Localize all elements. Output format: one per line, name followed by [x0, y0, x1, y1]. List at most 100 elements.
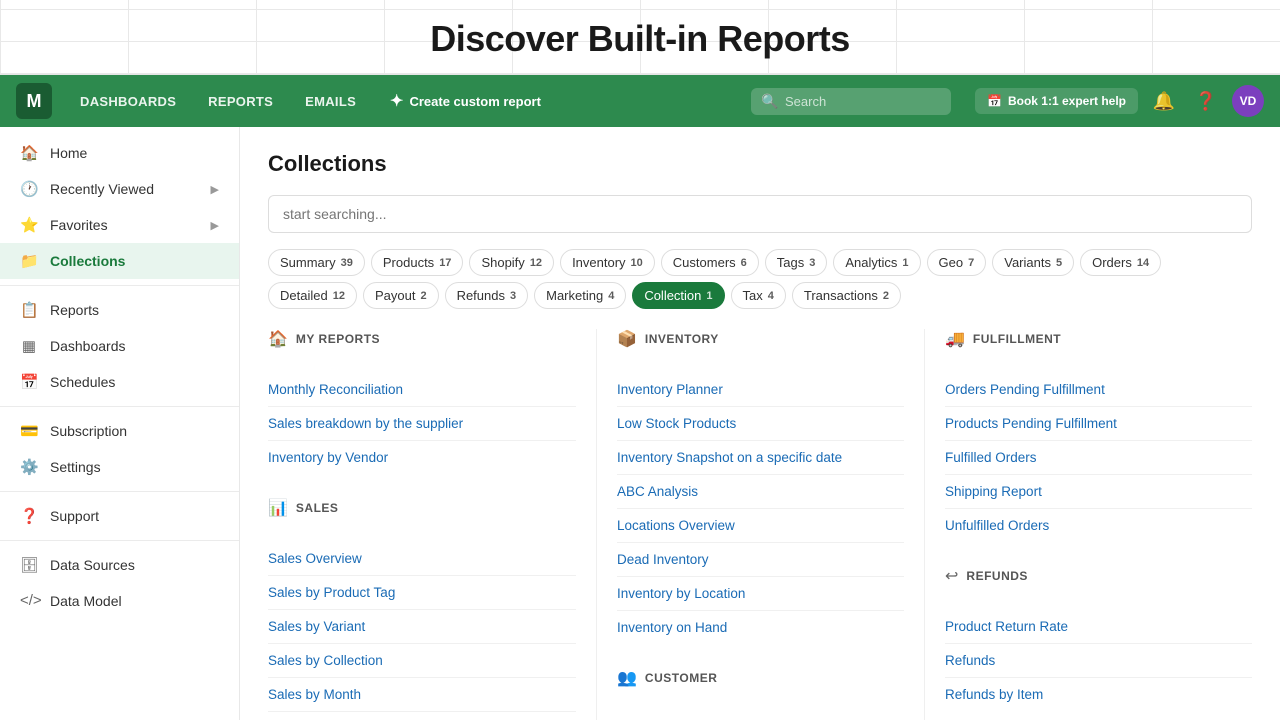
report-link-dead-inventory[interactable]: Dead Inventory: [617, 543, 904, 577]
filter-tab-transactions[interactable]: Transactions2: [792, 282, 901, 309]
report-link-inventory-by-location[interactable]: Inventory by Location: [617, 577, 904, 611]
report-section-inventory: 📦INVENTORYInventory PlannerLow Stock Pro…: [617, 329, 904, 644]
chevron-right-icon-2: ▶: [211, 219, 219, 232]
report-link-inventory-on-hand[interactable]: Inventory on Hand: [617, 611, 904, 644]
sidebar-item-home[interactable]: 🏠 Home: [0, 135, 239, 171]
filter-tab-products[interactable]: Products17: [371, 249, 464, 276]
report-link-unfulfilled-orders[interactable]: Unfulfilled Orders: [945, 509, 1252, 542]
report-link-refunds-by-item[interactable]: Refunds by Item: [945, 678, 1252, 711]
nav-search-input[interactable]: [751, 88, 951, 115]
sidebar-item-data-model[interactable]: </> Data Model: [0, 583, 239, 618]
filter-tab-count: 6: [741, 257, 747, 269]
sales-icon: 📊: [268, 498, 288, 518]
report-link-shipping-report[interactable]: Shipping Report: [945, 475, 1252, 509]
report-link-orders-pending-fulfillment[interactable]: Orders Pending Fulfillment: [945, 373, 1252, 407]
report-link-sales-by-order-tags[interactable]: Sales by Order Tags: [268, 712, 576, 720]
section-title-inventory: INVENTORY: [645, 332, 719, 346]
report-link-sales-by-product-tag[interactable]: Sales by Product Tag: [268, 576, 576, 610]
sidebar-label-data-model: Data Model: [50, 593, 122, 609]
filter-tab-variants[interactable]: Variants5: [992, 249, 1074, 276]
sidebar-item-favorites[interactable]: ⭐ Favorites ▶: [0, 207, 239, 243]
sidebar-item-data-sources[interactable]: 🗄 Data Sources: [0, 547, 239, 583]
filter-tab-orders[interactable]: Orders14: [1080, 249, 1161, 276]
data-model-icon: </>: [20, 592, 38, 609]
nav-dashboards[interactable]: DASHBOARDS: [68, 88, 188, 115]
report-link-inventory-planner[interactable]: Inventory Planner: [617, 373, 904, 407]
nav-reports[interactable]: REPORTS: [196, 88, 285, 115]
create-custom-report-button[interactable]: ✦ Create custom report: [376, 85, 555, 117]
filter-tab-tax[interactable]: Tax4: [731, 282, 786, 309]
sidebar-item-recently-viewed[interactable]: 🕐 Recently Viewed ▶: [0, 171, 239, 207]
report-section-fulfillment: 🚚FULFILLMENT Orders Pending FulfillmentPr…: [945, 329, 1252, 542]
filter-tab-label: Marketing: [546, 288, 603, 303]
sidebar-item-settings[interactable]: ⚙️ Settings: [0, 449, 239, 485]
sidebar-divider-4: [0, 540, 239, 541]
filter-tab-collection[interactable]: Collection1: [632, 282, 724, 309]
report-link-fulfilled-orders[interactable]: Fulfilled Orders: [945, 441, 1252, 475]
filter-tab-count: 4: [768, 290, 774, 302]
sidebar-label-support: Support: [50, 508, 99, 524]
report-link-sales-by-variant[interactable]: Sales by Variant: [268, 610, 576, 644]
filter-tab-analytics[interactable]: Analytics1: [833, 249, 920, 276]
expert-help-button[interactable]: 📅 Book 1:1 expert help: [975, 88, 1138, 114]
notifications-button[interactable]: 🔔: [1148, 85, 1180, 117]
report-link-locations-overview[interactable]: Locations Overview: [617, 509, 904, 543]
section-header-sales: 📊SALES: [268, 498, 576, 528]
report-link-inventory-snapshot-on-a-specific-date[interactable]: Inventory Snapshot on a specific date: [617, 441, 904, 475]
sidebar-item-dashboards[interactable]: ▦ Dashboards: [0, 328, 239, 364]
page-title: Collections: [268, 151, 1252, 177]
section-title-refunds: REFUNDS: [966, 569, 1028, 583]
nav-emails[interactable]: EMAILS: [293, 88, 368, 115]
filter-tab-count: 7: [968, 257, 974, 269]
sidebar-item-collections[interactable]: 📁 Collections: [0, 243, 239, 279]
nav-logo[interactable]: M: [16, 83, 52, 119]
report-link-refunds[interactable]: Refunds: [945, 644, 1252, 678]
report-column-0: 🏠MY REPORTSMonthly ReconciliationSales b…: [268, 329, 596, 720]
sidebar-item-support[interactable]: ❓ Support: [0, 498, 239, 534]
filter-tab-payout[interactable]: Payout2: [363, 282, 439, 309]
section-header-fulfillment: 🚚FULFILLMENT: [945, 329, 1252, 359]
section-title-customer: CUSTOMER: [645, 671, 717, 685]
calendar-icon: 📅: [987, 94, 1002, 108]
sidebar-item-reports[interactable]: 📋 Reports: [0, 292, 239, 328]
my-reports-icon: 🏠: [268, 329, 288, 349]
reports-grid: 🏠MY REPORTSMonthly ReconciliationSales b…: [268, 329, 1252, 720]
filter-tab-detailed[interactable]: Detailed12: [268, 282, 357, 309]
report-link-customers-with-more-than-3-orders[interactable]: Customers with More Than 3 Orders: [617, 712, 904, 720]
report-link-product-return-rate[interactable]: Product Return Rate: [945, 610, 1252, 644]
filter-tab-marketing[interactable]: Marketing4: [534, 282, 626, 309]
filter-tab-label: Variants: [1004, 255, 1051, 270]
filter-tab-refunds[interactable]: Refunds3: [445, 282, 529, 309]
report-link-products-pending-fulfillment[interactable]: Products Pending Fulfillment: [945, 407, 1252, 441]
collections-search-input[interactable]: [268, 195, 1252, 233]
filter-tab-customers[interactable]: Customers6: [661, 249, 759, 276]
section-header-refunds: ↩REFUNDS: [945, 566, 1252, 596]
sidebar-item-subscription[interactable]: 💳 Subscription: [0, 413, 239, 449]
filter-tab-label: Geo: [939, 255, 964, 270]
sidebar-label-home: Home: [50, 145, 87, 161]
data-sources-icon: 🗄: [20, 556, 38, 574]
user-avatar[interactable]: VD: [1232, 85, 1264, 117]
filter-tab-count: 10: [631, 257, 643, 269]
filter-tab-count: 1: [706, 290, 712, 302]
sidebar-item-schedules[interactable]: 📅 Schedules: [0, 364, 239, 400]
section-title-fulfillment: FULFILLMENT: [973, 332, 1061, 346]
report-link-sales-breakdown-by-the-supplier[interactable]: Sales breakdown by the supplier: [268, 407, 576, 441]
report-link-sales-by-month[interactable]: Sales by Month: [268, 678, 576, 712]
filter-tab-shopify[interactable]: Shopify12: [469, 249, 554, 276]
filter-tab-summary[interactable]: Summary39: [268, 249, 365, 276]
filter-tab-tags[interactable]: Tags3: [765, 249, 828, 276]
filter-tab-inventory[interactable]: Inventory10: [560, 249, 655, 276]
report-link-sales-by-collection[interactable]: Sales by Collection: [268, 644, 576, 678]
report-link-sales-overview[interactable]: Sales Overview: [268, 542, 576, 576]
customer-icon: 👥: [617, 668, 637, 688]
filter-tab-count: 3: [510, 290, 516, 302]
report-link-monthly-reconciliation[interactable]: Monthly Reconciliation: [268, 373, 576, 407]
report-link-inventory-by-vendor[interactable]: Inventory by Vendor: [268, 441, 576, 474]
report-link-abc-analysis[interactable]: ABC Analysis: [617, 475, 904, 509]
top-banner: Discover Built-in Reports: [0, 0, 1280, 75]
nav-right: 📅 Book 1:1 expert help 🔔 ❓ VD: [975, 85, 1264, 117]
filter-tab-geo[interactable]: Geo 7: [927, 249, 987, 276]
help-button[interactable]: ❓: [1190, 85, 1222, 117]
report-link-low-stock-products[interactable]: Low Stock Products: [617, 407, 904, 441]
